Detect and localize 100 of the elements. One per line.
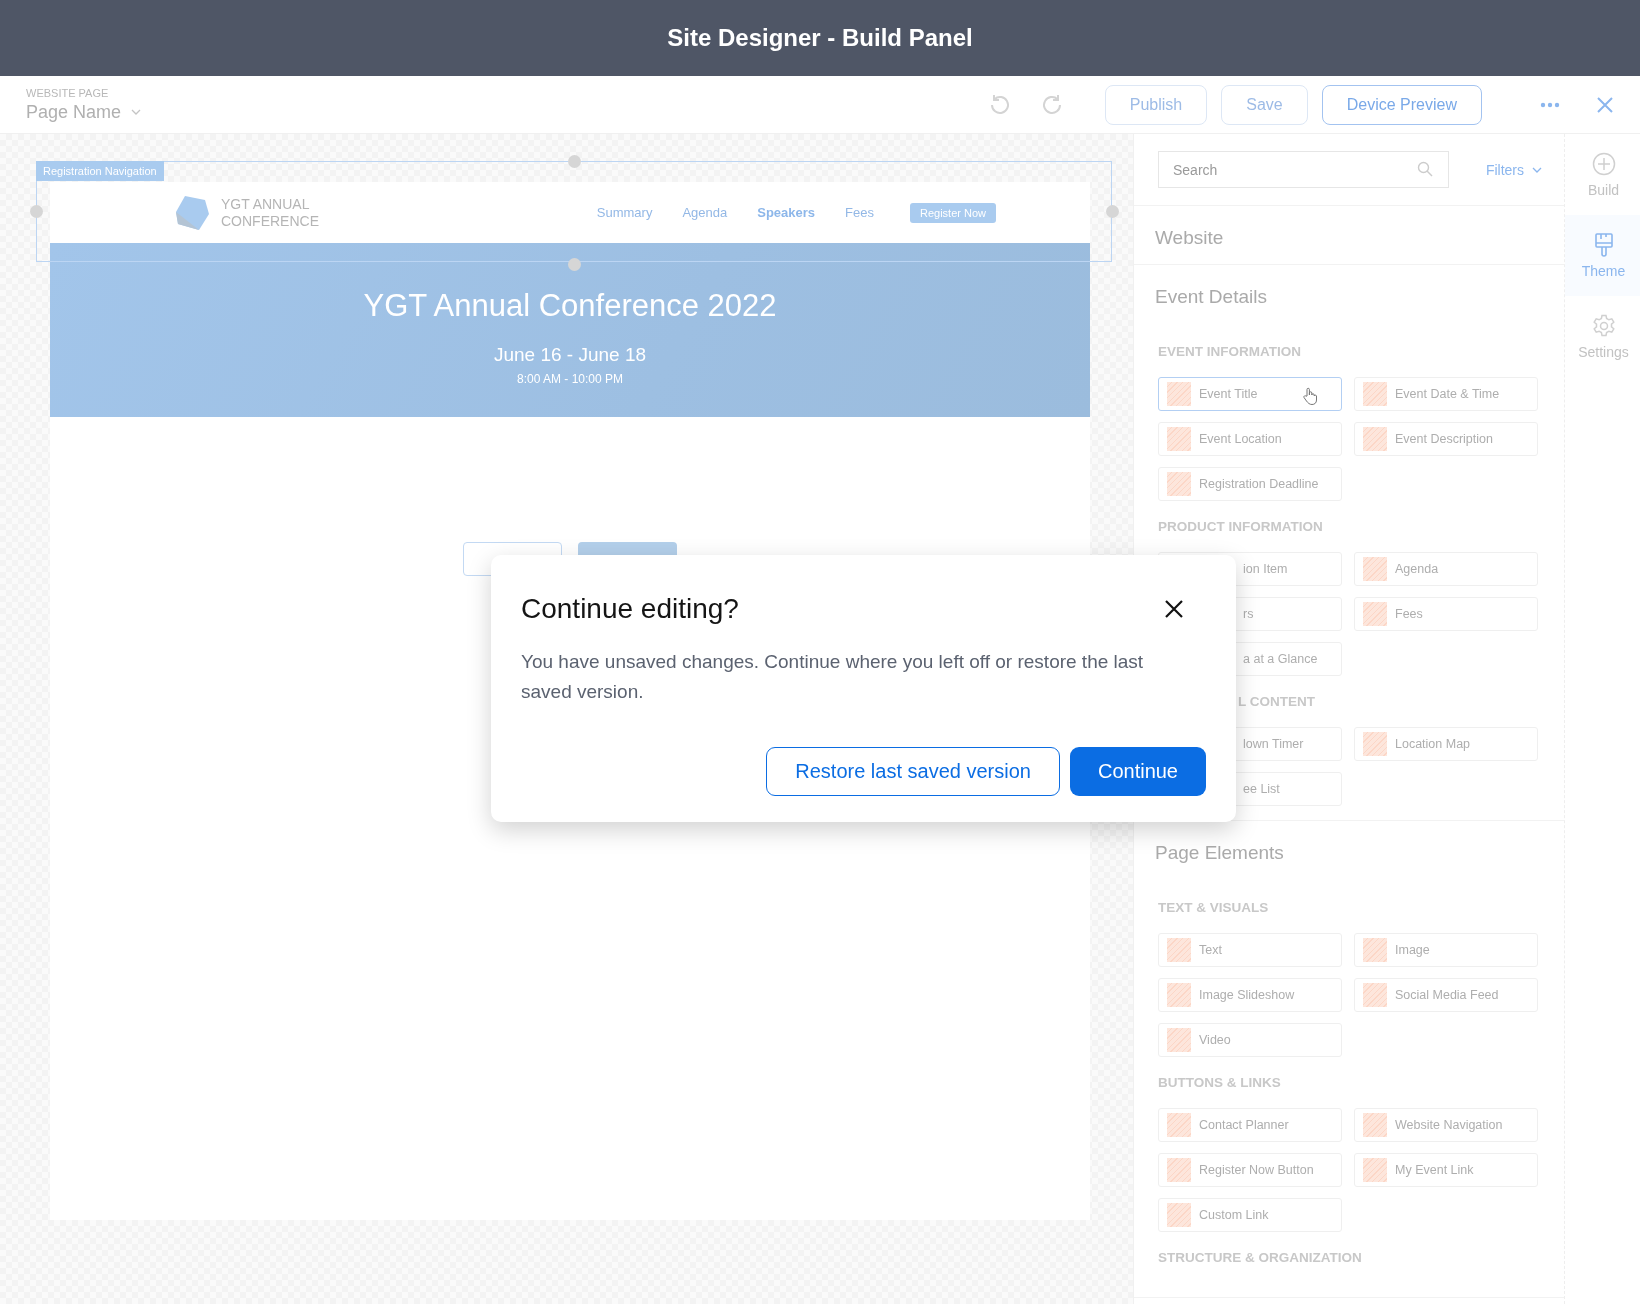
page-name-dropdown[interactable]: Page Name xyxy=(26,101,142,123)
element-tile[interactable]: Location Map xyxy=(1354,727,1538,761)
chevron-down-icon xyxy=(1532,166,1542,173)
tile-label: My Event Link xyxy=(1395,1163,1474,1177)
element-tile[interactable]: Event Date & Time xyxy=(1354,377,1538,411)
placeholder-icon xyxy=(1363,938,1387,962)
nav-link[interactable]: Summary xyxy=(596,205,653,220)
tile-label: Image xyxy=(1395,943,1430,957)
sidebar-tab[interactable]: Build xyxy=(1565,134,1640,215)
add-handle-icon[interactable] xyxy=(1106,205,1119,218)
add-icon xyxy=(1591,151,1616,176)
search-icon xyxy=(1417,161,1433,177)
nav-link[interactable]: Speakers xyxy=(757,205,816,220)
placeholder-icon xyxy=(1167,1113,1191,1137)
element-tile[interactable]: Event Title xyxy=(1158,377,1342,411)
element-tile[interactable]: Custom Link xyxy=(1158,1198,1342,1232)
placeholder-icon xyxy=(1167,427,1191,451)
search-field[interactable]: Search xyxy=(1158,151,1449,188)
element-tile[interactable]: Social Media Feed xyxy=(1354,978,1538,1012)
placeholder-icon xyxy=(1363,983,1387,1007)
settings-icon xyxy=(1591,313,1616,338)
toolbar-button[interactable]: Save xyxy=(1221,84,1308,125)
tile-label: Registration Deadline xyxy=(1199,477,1319,491)
placeholder-icon xyxy=(1363,602,1387,626)
element-tile[interactable]: Image xyxy=(1354,933,1538,967)
more-options-icon[interactable] xyxy=(1540,101,1560,108)
placeholder-icon xyxy=(1167,472,1191,496)
nav-link[interactable]: Agenda xyxy=(682,205,728,220)
placeholder-icon xyxy=(1167,1028,1191,1052)
tile-label: Contact Planner xyxy=(1199,1118,1289,1132)
filters-dropdown[interactable]: Filters xyxy=(1485,161,1542,178)
section-title: Page Elements xyxy=(1155,841,1285,865)
placeholder-icon xyxy=(1363,557,1387,581)
paint-brush-icon xyxy=(1593,232,1614,257)
placeholder-icon xyxy=(1167,1158,1191,1182)
element-tile[interactable]: Video xyxy=(1158,1023,1342,1057)
toolbar-button[interactable]: Device Preview xyxy=(1321,84,1482,125)
window-title: Site Designer - Build Panel xyxy=(667,24,973,52)
element-tile[interactable]: Registration Deadline xyxy=(1158,467,1342,501)
placeholder-icon xyxy=(1363,1113,1387,1137)
tile-label: Fees xyxy=(1395,607,1423,621)
tile-label: Event Title xyxy=(1199,387,1258,401)
tile-label: Image Slideshow xyxy=(1199,988,1295,1002)
hero-title: YGT Annual Conference 2022 xyxy=(363,288,777,324)
close-icon[interactable] xyxy=(1164,599,1184,619)
element-tile[interactable]: Agenda xyxy=(1354,552,1538,586)
nav-link[interactable]: Fees xyxy=(845,205,874,220)
tile-label: Location Map xyxy=(1395,737,1471,751)
placeholder-icon xyxy=(1167,1203,1191,1227)
tile-label: a at a Glance xyxy=(1243,652,1318,666)
tile-label: Event Location xyxy=(1199,432,1282,446)
tile-label: lown Timer xyxy=(1243,737,1304,751)
add-handle-icon[interactable] xyxy=(30,205,43,218)
logo-text: YGT ANNUAL xyxy=(221,195,311,213)
placeholder-icon xyxy=(1363,732,1387,756)
hero-times: 8:00 AM - 10:00 PM xyxy=(516,372,624,386)
element-tile[interactable]: My Event Link xyxy=(1354,1153,1538,1187)
tile-label: Text xyxy=(1199,943,1222,957)
element-tile[interactable]: Text xyxy=(1158,933,1342,967)
tile-label: ion Item xyxy=(1243,562,1288,576)
page-label: WEBSITE PAGE xyxy=(26,86,109,99)
logo-text: CONFERENCE xyxy=(221,212,319,230)
section-title: Website xyxy=(1155,226,1225,250)
hand-cursor-icon xyxy=(1303,387,1317,405)
sidebar-tab[interactable]: Settings xyxy=(1565,296,1640,377)
tile-label: ee List xyxy=(1243,782,1280,796)
placeholder-icon xyxy=(1167,938,1191,962)
element-tile[interactable]: Image Slideshow xyxy=(1158,978,1342,1012)
tile-label: Custom Link xyxy=(1199,1208,1269,1222)
element-tile[interactable]: Fees xyxy=(1354,597,1538,631)
hero-dates: June 16 - June 18 xyxy=(493,344,647,366)
tile-label: Event Date & Time xyxy=(1395,387,1500,401)
sidebar-tab[interactable]: Theme xyxy=(1565,215,1640,296)
register-now-button[interactable]: Register Now xyxy=(909,202,996,223)
element-tile[interactable]: Event Description xyxy=(1354,422,1538,456)
dialog-button[interactable]: Continue xyxy=(1069,747,1206,796)
element-tile[interactable]: Website Navigation xyxy=(1354,1108,1538,1142)
section-title: Event Details xyxy=(1155,285,1268,309)
tile-label: Website Navigation xyxy=(1395,1118,1503,1132)
dialog-button[interactable]: Restore last saved version xyxy=(766,747,1060,796)
tile-label: Event Description xyxy=(1395,432,1493,446)
placeholder-icon xyxy=(1167,382,1191,406)
tile-label: Video xyxy=(1199,1033,1231,1047)
dialog-message: You have unsaved changes. Continue where you left off or restore the last saved version. xyxy=(521,650,1145,704)
tile-label: Social Media Feed xyxy=(1395,988,1499,1002)
placeholder-icon xyxy=(1167,983,1191,1007)
element-tile[interactable]: Register Now Button xyxy=(1158,1153,1342,1187)
placeholder-icon xyxy=(1363,427,1387,451)
dialog-title: Continue editing? xyxy=(521,593,739,625)
logo-gem-icon xyxy=(175,193,211,232)
section-tag: Registration Navigation xyxy=(36,161,164,181)
tile-label: rs xyxy=(1243,607,1254,621)
chevron-down-icon xyxy=(131,109,142,115)
tile-label: Register Now Button xyxy=(1199,1163,1314,1177)
element-tile[interactable]: Contact Planner xyxy=(1158,1108,1342,1142)
tile-label: Agenda xyxy=(1395,562,1439,576)
placeholder-icon xyxy=(1363,382,1387,406)
toolbar-button[interactable]: Publish xyxy=(1104,84,1208,125)
add-handle-icon[interactable] xyxy=(568,155,581,168)
element-tile[interactable]: Event Location xyxy=(1158,422,1342,456)
